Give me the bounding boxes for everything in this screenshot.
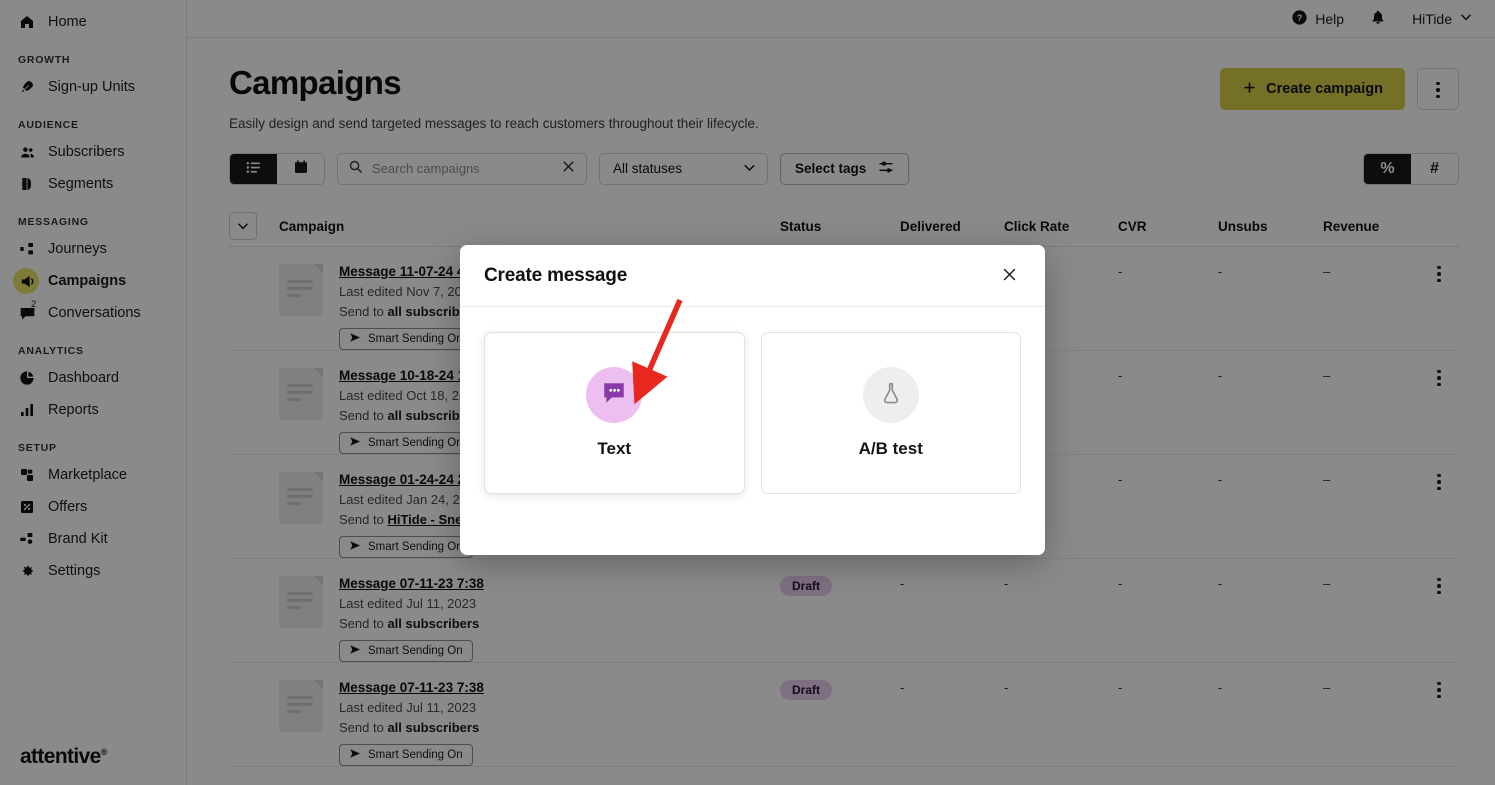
create-message-modal: Create message Text A/B test	[460, 245, 1045, 555]
close-icon	[1001, 266, 1018, 286]
modal-body: Text A/B test	[460, 307, 1045, 555]
chat-bubble-icon-wrap	[586, 367, 643, 423]
message-type-text-label: Text	[597, 439, 632, 458]
message-type-text-option[interactable]: Text	[484, 332, 745, 494]
message-type-ab-test-label: A/B test	[858, 439, 923, 458]
flask-icon-wrap	[862, 367, 919, 423]
modal-close-button[interactable]	[995, 262, 1023, 290]
chat-bubble-icon	[601, 381, 627, 410]
flask-icon	[880, 381, 902, 410]
modal-header: Create message	[460, 245, 1045, 307]
modal-title: Create message	[484, 264, 628, 286]
message-type-ab-test-option[interactable]: A/B test	[760, 332, 1021, 494]
